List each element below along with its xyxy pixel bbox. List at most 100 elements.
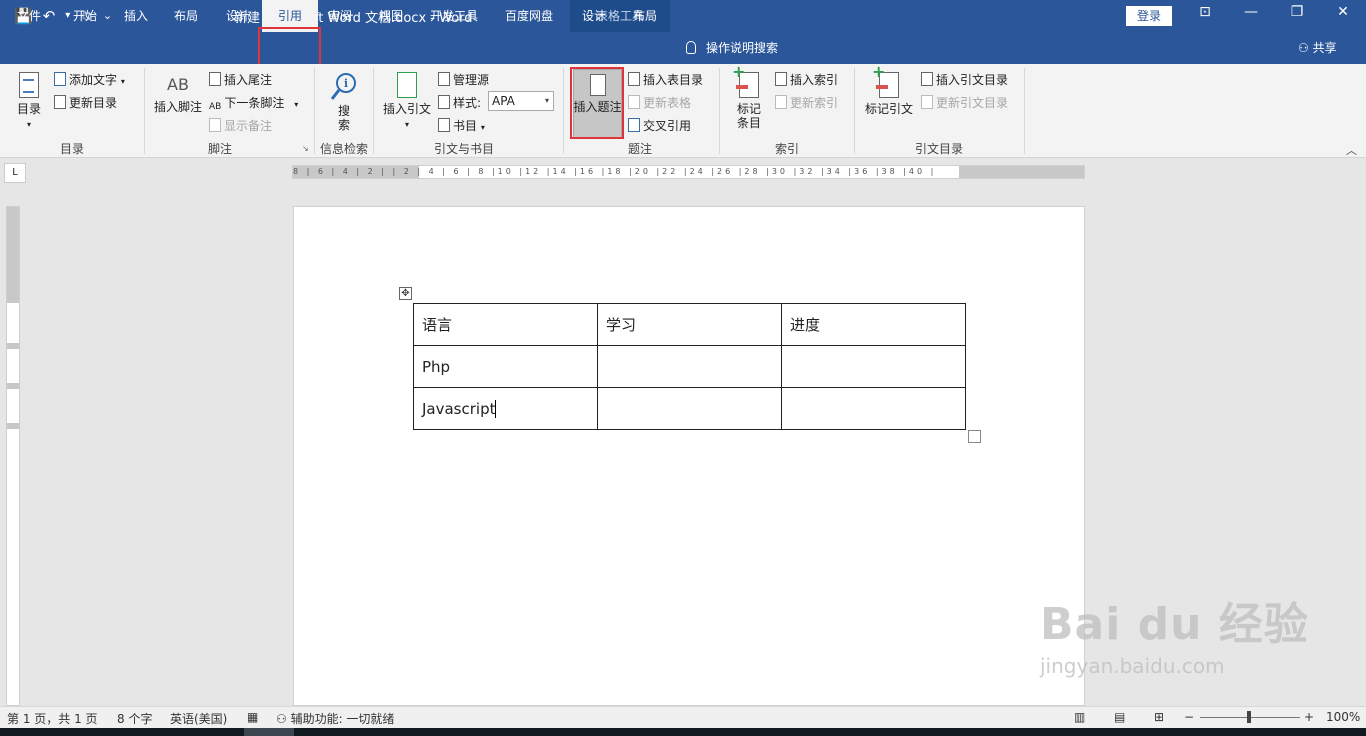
minimize-button[interactable]: — <box>1236 4 1266 20</box>
tab-review[interactable]: 审阅 <box>320 0 360 32</box>
tab-table-layout[interactable]: 布局 <box>624 0 666 32</box>
tell-me-search[interactable]: 操作说明搜索 <box>686 32 778 64</box>
zoom-slider-thumb[interactable] <box>1247 711 1251 723</box>
macro-record-icon[interactable]: ▦ <box>247 710 258 724</box>
status-bar: 第 1 页，共 1 页 8 个字 英语(美国) ▦ ⚇ 辅助功能: 一切就绪 ▥… <box>0 706 1366 728</box>
login-button[interactable]: 登录 <box>1126 6 1172 26</box>
table-resize-handle[interactable] <box>968 430 981 443</box>
insert-endnote-button[interactable]: 插入尾注 <box>209 71 272 88</box>
group-label-toc: 目录 <box>59 142 84 156</box>
update-toc-button[interactable]: 更新目录 <box>54 94 117 111</box>
mark-citation-label: 标记引文 <box>864 102 913 116</box>
style-label: 样式: <box>438 94 481 111</box>
group-label-captions: 题注 <box>627 142 652 156</box>
accessibility-status[interactable]: ⚇ 辅助功能: 一切就绪 <box>276 710 394 727</box>
mark-entry-button[interactable]: 标记 条目 <box>728 65 770 130</box>
collapse-ribbon-icon[interactable]: ︿ <box>1346 142 1357 158</box>
ribbon-tabs <box>0 32 1366 64</box>
horizontal-ruler[interactable]: 8 | 6 | 4 | 2 | | 2 | 4 | 6 | 8 |10 |12 … <box>292 165 1085 179</box>
next-footnote-icon: AB <box>209 102 222 112</box>
mark-citation-icon <box>872 65 899 98</box>
vertical-ruler[interactable] <box>6 206 20 706</box>
next-footnote-button[interactable]: AB 下一条脚注 ▾ <box>209 94 298 112</box>
table-cell[interactable]: 学习 <box>597 303 782 346</box>
zoom-in-button[interactable]: + <box>1304 710 1314 724</box>
tab-table-design[interactable]: 设计 <box>574 0 614 32</box>
tab-layout[interactable]: 布局 <box>164 0 208 32</box>
cross-reference-label: 交叉引用 <box>643 119 692 133</box>
group-separator <box>719 68 720 154</box>
tab-developer[interactable]: 开发工具 <box>422 0 486 32</box>
footnote-icon: AB <box>167 75 189 94</box>
bibliography-button[interactable]: 书目 ▾ <box>438 117 485 134</box>
references-tab-highlight <box>258 27 321 67</box>
print-layout-icon[interactable]: ▤ <box>1114 710 1125 724</box>
close-button[interactable]: ✕ <box>1328 4 1358 20</box>
tab-insert[interactable]: 插入 <box>114 0 158 32</box>
table-row: 语言 学习 进度 <box>413 303 966 346</box>
group-separator <box>1024 68 1025 154</box>
ribbon-display-icon[interactable]: ⊡ <box>1190 4 1220 20</box>
share-button[interactable]: ⚇ 共享 <box>1298 32 1337 64</box>
add-text-label: 添加文字 <box>69 73 118 87</box>
toc-button[interactable]: 目录 ▾ <box>8 72 50 132</box>
ruler-ticks: 8 | 6 | 4 | 2 | | 2 | 4 | 6 | 8 |10 |12 … <box>293 167 937 176</box>
table-cell[interactable] <box>781 345 966 388</box>
citation-style-select[interactable]: APA ▾ <box>488 91 554 111</box>
mark-entry-label-1: 标记 <box>736 102 761 116</box>
table-cell[interactable] <box>597 345 782 388</box>
tab-view[interactable]: 视图 <box>368 0 414 32</box>
tab-file[interactable]: 文件 <box>8 0 50 32</box>
table-move-handle-icon[interactable]: ✥ <box>399 287 412 300</box>
next-footnote-label: 下一条脚注 <box>224 96 285 110</box>
update-table-label: 更新表格 <box>643 96 692 110</box>
table-row: Php <box>413 345 966 388</box>
insert-toa-button[interactable]: 插入引文目录 <box>921 71 1008 88</box>
update-index-label: 更新索引 <box>790 96 839 110</box>
table-row: Javascript <box>413 387 966 430</box>
search-button[interactable]: i 搜 索 <box>326 72 362 132</box>
insert-footnote-button[interactable]: AB 插入脚注 <box>152 74 204 114</box>
group-separator <box>144 68 145 154</box>
insert-citation-button[interactable]: 插入引文 ▾ <box>380 72 434 132</box>
group-label-citations: 引文与书目 <box>433 142 494 156</box>
zoom-level[interactable]: 100% <box>1326 710 1360 724</box>
person-icon: ⚇ <box>1298 41 1313 55</box>
update-toa-button: 更新引文目录 <box>921 94 1008 111</box>
update-toa-label: 更新引文目录 <box>936 96 1009 110</box>
table-cell[interactable]: 语言 <box>413 303 598 346</box>
table-cell[interactable] <box>597 387 782 430</box>
mark-citation-button[interactable]: 标记引文 <box>862 65 916 116</box>
restore-button[interactable]: ❐ <box>1282 4 1312 20</box>
watermark-url: jingyan.baidu.com <box>1040 654 1225 678</box>
add-text-button[interactable]: 添加文字 ▾ <box>54 71 125 88</box>
tab-home[interactable]: 开始 <box>62 0 108 32</box>
table-cell[interactable]: Php <box>413 345 598 388</box>
tab-baidu-netdisk[interactable]: 百度网盘 <box>496 0 562 32</box>
group-separator <box>563 68 564 154</box>
footnotes-dialog-launcher-icon[interactable]: ↘ <box>302 144 309 153</box>
cross-reference-button[interactable]: 交叉引用 <box>628 117 691 134</box>
zoom-out-button[interactable]: − <box>1184 710 1194 724</box>
document-table[interactable]: 语言 学习 进度 Php Javascript <box>413 303 966 430</box>
mark-entry-label-2: 条目 <box>736 116 761 130</box>
web-layout-icon[interactable]: ⊞ <box>1154 710 1164 724</box>
table-cell[interactable]: Javascript <box>413 387 598 430</box>
table-cell[interactable]: 进度 <box>781 303 966 346</box>
insert-index-button[interactable]: 插入索引 <box>775 71 838 88</box>
insert-table-of-figures-button[interactable]: 插入表目录 <box>628 71 703 88</box>
page-count[interactable]: 第 1 页，共 1 页 <box>7 710 98 727</box>
show-notes-label: 显示备注 <box>224 119 273 133</box>
tab-design[interactable]: 设计 <box>216 0 260 32</box>
group-separator <box>854 68 855 154</box>
ribbon-references: 目录 ▾ 添加文字 ▾ 更新目录 目录 AB 插入脚注 插入尾注 AB 下一条脚注 … <box>0 64 1366 158</box>
word-count[interactable]: 8 个字 <box>117 710 152 727</box>
group-separator <box>373 68 374 154</box>
read-mode-icon[interactable]: ▥ <box>1074 710 1085 724</box>
tab-selector[interactable]: L <box>4 163 26 183</box>
manage-sources-button[interactable]: 管理源 <box>438 71 489 88</box>
tell-me-label: 操作说明搜索 <box>706 41 779 55</box>
table-cell[interactable] <box>781 387 966 430</box>
document-page[interactable]: ✥ 语言 学习 进度 Php Javascript <box>293 206 1085 706</box>
language-indicator[interactable]: 英语(美国) <box>170 710 227 727</box>
